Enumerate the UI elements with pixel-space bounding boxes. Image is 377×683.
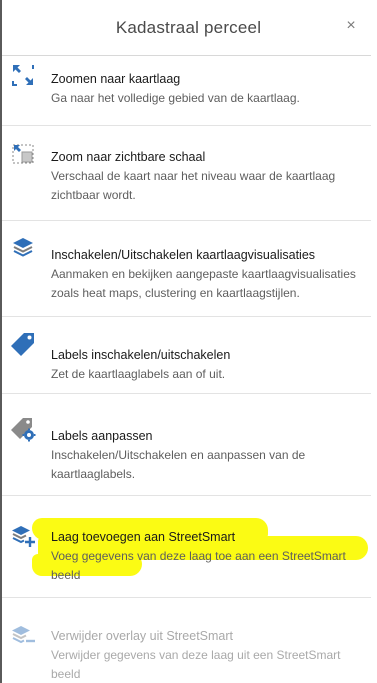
item-title: Zoomen naar kaartlaag bbox=[51, 72, 181, 86]
close-button[interactable]: × bbox=[343, 18, 359, 34]
add-layer-icon bbox=[10, 522, 36, 548]
item-description: Zet de kaartlaaglabels aan of uit. bbox=[51, 367, 226, 381]
item-title: Zoom naar zichtbare schaal bbox=[51, 150, 206, 164]
layers-icon bbox=[10, 235, 36, 261]
item-description: Inschakelen/Uitschakelen en aanpassen va… bbox=[51, 448, 306, 481]
label-settings-icon bbox=[10, 416, 36, 442]
item-title: Laag toevoegen aan StreetSmart bbox=[51, 530, 236, 544]
menu-item-add-to-streetsmart[interactable]: Laag toevoegen aan StreetSmart Voeg gege… bbox=[2, 496, 375, 596]
zoom-to-visible-scale-icon bbox=[10, 141, 36, 167]
remove-overlay-icon bbox=[10, 622, 36, 648]
layer-action-panel: Kadastraal perceel × Zoomen naar kaartla… bbox=[0, 0, 377, 683]
menu-item-zoom-to-layer[interactable]: Zoomen naar kaartlaag Ga naar het volled… bbox=[2, 56, 375, 124]
item-title: Verwijder overlay uit StreetSmart bbox=[51, 629, 234, 643]
panel-header: Kadastraal perceel × bbox=[0, 0, 377, 55]
item-title: Inschakelen/Uitschakelen kaartlaagvisual… bbox=[51, 248, 316, 262]
menu-item-toggle-labels[interactable]: Labels inschakelen/uitschakelen Zet de k… bbox=[2, 317, 375, 393]
item-description: Aanmaken en bekijken aangepaste kaartlaa… bbox=[51, 267, 356, 300]
label-tag-icon bbox=[10, 331, 36, 357]
item-description: Voeg gegevens van deze laag toe aan een … bbox=[51, 549, 346, 582]
item-description: Verwijder gegevens van deze laag uit een… bbox=[51, 648, 341, 681]
zoom-to-layer-icon bbox=[10, 62, 36, 88]
menu-item-remove-streetsmart-overlay[interactable]: Verwijder overlay uit StreetSmart Verwij… bbox=[2, 598, 375, 683]
item-description: Verschaal de kaart naar het niveau waar … bbox=[51, 169, 336, 202]
item-description: Ga naar het volledige gebied van de kaar… bbox=[51, 91, 300, 105]
menu-item-edit-labels[interactable]: Labels aanpassen Inschakelen/Uitschakele… bbox=[2, 394, 375, 494]
panel-title: Kadastraal perceel bbox=[115, 18, 262, 37]
menu-item-zoom-to-visible-scale[interactable]: Zoom naar zichtbare schaal Verschaal de … bbox=[2, 126, 375, 220]
item-title: Labels inschakelen/uitschakelen bbox=[51, 348, 231, 362]
item-title: Labels aanpassen bbox=[51, 429, 153, 443]
menu-item-toggle-visualizations[interactable]: Inschakelen/Uitschakelen kaartlaagvisual… bbox=[2, 221, 375, 315]
